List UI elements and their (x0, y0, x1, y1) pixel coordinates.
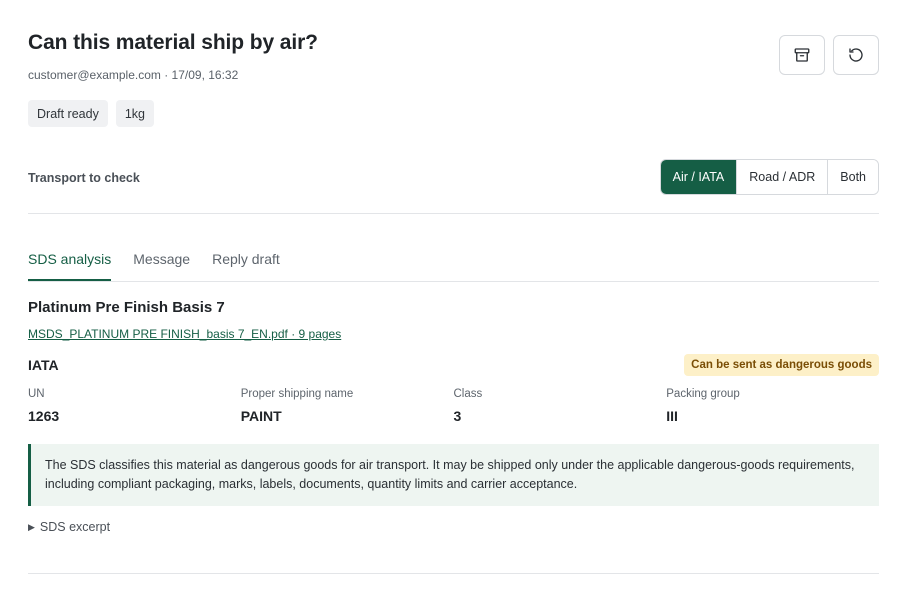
triangle-right-icon: ▶ (28, 521, 35, 532)
field-un: UN 1263 (28, 388, 241, 424)
field-label: UN (28, 388, 45, 400)
analysis-note: The SDS classifies this material as dang… (28, 444, 879, 506)
tag-list: Draft ready 1kg (28, 100, 154, 127)
status-tag: Draft ready (28, 100, 108, 127)
transport-option-air[interactable]: Air / IATA (660, 160, 737, 194)
field-packing-group: Packing group III (666, 388, 879, 424)
sds-excerpt-label: SDS excerpt (39, 520, 111, 534)
tab-message[interactable]: Message (133, 246, 190, 281)
tab-bar: SDS analysis Message Reply draft (28, 246, 879, 282)
status-badge: Can be sent as dangerous goods (684, 354, 879, 376)
divider (28, 573, 879, 574)
transport-segmented-control: Air / IATA Road / ADR Both (659, 159, 879, 195)
sds-excerpt-toggle[interactable]: ▶ SDS excerpt (28, 520, 110, 534)
tab-sds-analysis[interactable]: SDS analysis (28, 246, 112, 281)
classification-fields: UN 1263 Proper shipping name PAINT Class… (28, 388, 879, 424)
transport-option-both[interactable]: Both (827, 160, 878, 194)
field-label: Class (453, 388, 483, 400)
page-title: Can this material ship by air? (28, 31, 318, 54)
header-actions (779, 35, 879, 75)
field-class: Class 3 (454, 388, 667, 424)
field-value: PAINT (240, 408, 282, 424)
product-title: Platinum Pre Finish Basis 7 (28, 299, 225, 316)
field-label: Packing group (666, 388, 740, 400)
tab-reply-draft[interactable]: Reply draft (212, 246, 280, 281)
iata-section-header: IATA Can be sent as dangerous goods (28, 354, 879, 376)
field-value: III (666, 408, 678, 424)
weight-tag: 1kg (115, 100, 154, 127)
header: Can this material ship by air? customer@… (28, 0, 879, 90)
transport-option-road[interactable]: Road / ADR (736, 160, 828, 194)
field-value: 1263 (28, 408, 60, 424)
transport-label: Transport to check (28, 171, 140, 185)
section-title: IATA (28, 357, 59, 373)
message-meta: customer@example.com · 17/09, 16:32 (28, 68, 239, 82)
refresh-button[interactable] (833, 35, 879, 75)
divider (28, 213, 879, 214)
page: Can this material ship by air? customer@… (0, 0, 907, 602)
archive-icon (794, 48, 810, 62)
field-proper-shipping-name: Proper shipping name PAINT (241, 388, 454, 424)
sds-file-link[interactable]: MSDS_PLATINUM PRE FINISH_basis 7_EN.pdf … (28, 327, 341, 341)
archive-button[interactable] (779, 35, 825, 75)
field-label: Proper shipping name (240, 388, 354, 400)
refresh-icon (849, 48, 863, 62)
field-value: 3 (453, 408, 462, 424)
transport-selector: Transport to check Air / IATA Road / ADR… (28, 159, 879, 195)
